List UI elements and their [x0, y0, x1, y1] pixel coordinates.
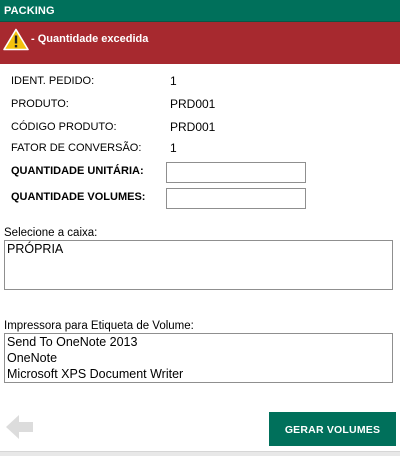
impressora-option[interactable]: Microsoft XPS Document Writer — [5, 366, 392, 382]
page-header: PACKING — [0, 0, 400, 22]
impressora-label: Impressora para Etiqueta de Volume: — [4, 320, 194, 332]
caixa-listbox[interactable]: PRÓPRIA — [4, 240, 393, 290]
caixa-label: Selecione a caixa: — [4, 227, 98, 239]
ident-pedido-label: IDENT. PEDIDO: — [11, 75, 95, 87]
codigo-produto-label: CÓDIGO PRODUTO: — [11, 121, 117, 133]
bottom-divider — [0, 451, 400, 456]
produto-value: PRD001 — [170, 97, 216, 111]
alert-message: - Quantidade excedida — [31, 33, 149, 45]
quantidade-unitaria-label: QUANTIDADE UNITÁRIA: — [11, 165, 144, 177]
gerar-volumes-button[interactable]: GERAR VOLUMES — [269, 412, 396, 446]
caixa-option[interactable]: PRÓPRIA — [5, 241, 392, 257]
codigo-produto-value: PRD001 — [170, 120, 216, 134]
impressora-listbox[interactable]: Send To OneNote 2013 OneNote Microsoft X… — [4, 333, 393, 383]
error-alert: - Quantidade excedida — [0, 22, 400, 64]
impressora-option[interactable]: Send To OneNote 2013 — [5, 334, 392, 350]
impressora-option[interactable]: OneNote — [5, 350, 392, 366]
fator-conversao-value: 1 — [170, 141, 177, 155]
ident-pedido-value: 1 — [170, 74, 177, 88]
page-title: PACKING — [4, 5, 55, 17]
produto-label: PRODUTO: — [11, 98, 69, 110]
quantidade-volumes-input[interactable] — [166, 188, 306, 209]
quantidade-volumes-label: QUANTIDADE VOLUMES: — [11, 191, 146, 203]
fator-conversao-label: FATOR DE CONVERSÃO: — [11, 142, 142, 154]
quantidade-unitaria-input[interactable] — [166, 162, 306, 183]
warning-icon — [3, 28, 29, 51]
arrow-left-icon[interactable] — [3, 412, 35, 442]
